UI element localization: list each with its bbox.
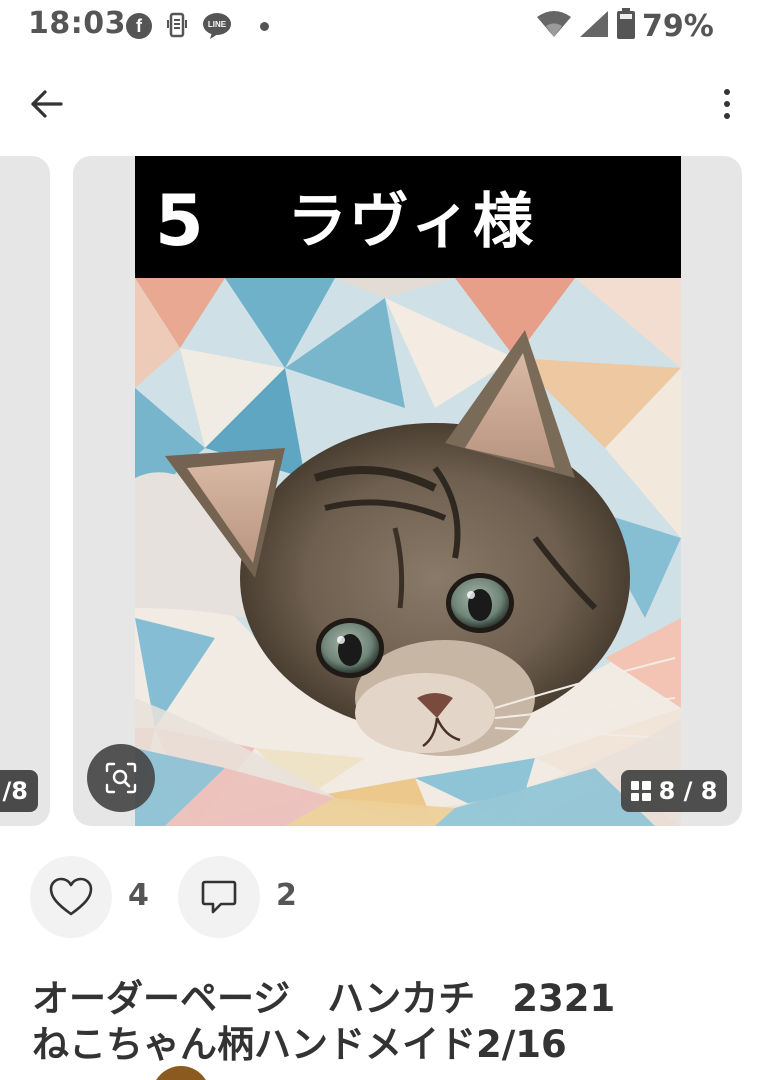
photo-name: ラヴィ様 (287, 187, 535, 257)
avatar[interactable] (152, 1066, 210, 1080)
visual-search-button[interactable] (87, 744, 155, 812)
product-photo: 5 ラヴィ様 (135, 156, 681, 826)
notification-icons: f LINE (126, 12, 269, 40)
comment-outline-icon (201, 880, 237, 914)
heart-outline-icon (49, 877, 93, 916)
comment-button[interactable] (178, 856, 260, 938)
current-image-card[interactable]: 5 ラヴィ様 8 / 8 (73, 156, 742, 826)
facebook-icon: f (126, 13, 152, 39)
grid-icon (630, 781, 651, 801)
line-label: LINE (207, 19, 227, 29)
previous-image-card[interactable]: /8 (0, 156, 50, 826)
image-counter-badge[interactable]: 8 / 8 (621, 770, 727, 812)
more-notifications-dot-icon (260, 21, 269, 31)
photo-number: 5 (155, 180, 204, 262)
status-bar: 18:03 f LINE 79% (0, 0, 772, 52)
image-carousel[interactable]: /8 5 ラヴィ様 8 / 8 (0, 156, 772, 826)
previous-image-counter: /8 (0, 770, 38, 812)
like-button[interactable] (30, 856, 112, 938)
post-title: オーダーページ ハンカチ 2321 ねこちゃん柄ハンドメイド2/16 (32, 977, 616, 1066)
status-time: 18:03 (28, 6, 126, 41)
cellular-signal-icon (578, 9, 610, 43)
kitten-photo (135, 278, 681, 826)
more-options-button[interactable] (712, 84, 742, 124)
wifi-icon (536, 9, 572, 43)
phone-notification-icon (166, 12, 188, 40)
line-app-icon: LINE (202, 13, 232, 39)
battery-icon (616, 8, 636, 44)
photo-caption-banner: 5 ラヴィ様 (135, 156, 681, 278)
battery-percent: 79% (642, 8, 714, 44)
visual-search-icon (105, 762, 137, 794)
comment-count: 2 (276, 878, 297, 913)
back-button[interactable] (26, 84, 66, 124)
arrow-left-icon (31, 90, 63, 118)
more-vertical-icon (724, 89, 730, 95)
like-count: 4 (128, 878, 149, 913)
system-icons: 79% (536, 8, 714, 44)
image-counter-text: 8 / 8 (658, 777, 718, 805)
